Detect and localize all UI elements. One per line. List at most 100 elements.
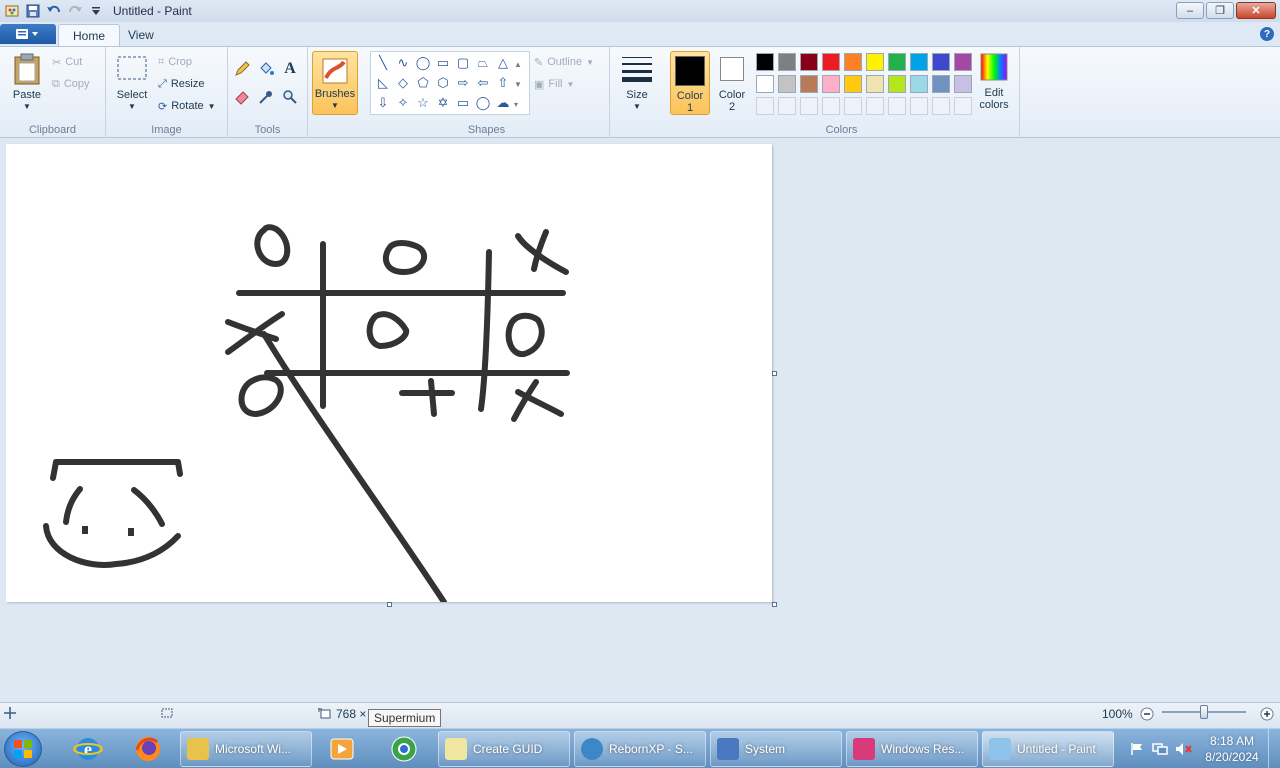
copy-button[interactable]: ⧉ Copy xyxy=(52,75,90,93)
right-arrow-shape-icon[interactable]: ⇨ xyxy=(453,73,473,93)
volume-muted-icon[interactable] xyxy=(1172,742,1196,756)
left-arrow-shape-icon[interactable]: ⇦ xyxy=(473,73,493,93)
rotate-button[interactable]: ⟳ Rotate ▼ xyxy=(158,97,216,115)
pentagon-shape-icon[interactable]: ⬠ xyxy=(413,73,433,93)
magnifier-icon[interactable] xyxy=(280,87,300,107)
palette-color-swatch[interactable] xyxy=(800,75,818,93)
crop-button[interactable]: ⌗ Crop xyxy=(158,53,192,71)
outline-button[interactable]: ✎ Outline ▼ xyxy=(534,53,594,71)
paint-app-icon[interactable] xyxy=(3,2,21,20)
shapes-scroll[interactable]: ▲ ▼ ▾ xyxy=(514,55,522,115)
four-point-star-shape-icon[interactable]: ✧ xyxy=(393,93,413,113)
restore-button[interactable]: ❐ xyxy=(1206,2,1234,19)
network-icon[interactable] xyxy=(1148,742,1172,756)
right-triangle-shape-icon[interactable]: ◺ xyxy=(373,73,393,93)
palette-custom-slot[interactable] xyxy=(822,97,840,115)
palette-custom-slot[interactable] xyxy=(844,97,862,115)
palette-color-swatch[interactable] xyxy=(778,75,796,93)
palette-color-swatch[interactable] xyxy=(756,53,774,71)
palette-custom-slot[interactable] xyxy=(800,97,818,115)
action-center-flag-icon[interactable] xyxy=(1126,742,1148,756)
palette-color-swatch[interactable] xyxy=(932,75,950,93)
palette-custom-slot[interactable] xyxy=(932,97,950,115)
resize-button[interactable]: ⤢ Resize xyxy=(158,75,204,93)
palette-custom-slot[interactable] xyxy=(954,97,972,115)
six-point-star-shape-icon[interactable]: ✡ xyxy=(433,93,453,113)
callout-oval-shape-icon[interactable]: ◯ xyxy=(473,93,493,113)
save-icon[interactable] xyxy=(24,2,42,20)
palette-color-swatch[interactable] xyxy=(822,75,840,93)
taskbar-item-windows-resources[interactable]: Windows Res... xyxy=(846,731,978,767)
cut-button[interactable]: ✂ Cut xyxy=(52,53,82,71)
palette-color-swatch[interactable] xyxy=(954,75,972,93)
fill-bucket-icon[interactable] xyxy=(256,59,276,79)
palette-color-swatch[interactable] xyxy=(844,53,862,71)
line-shape-icon[interactable]: ╲ xyxy=(373,53,393,73)
palette-custom-slot[interactable] xyxy=(910,97,928,115)
diamond-shape-icon[interactable]: ◇ xyxy=(393,73,413,93)
palette-color-swatch[interactable] xyxy=(910,53,928,71)
taskbar-item-system[interactable]: System xyxy=(710,731,842,767)
hexagon-shape-icon[interactable]: ⬡ xyxy=(433,73,453,93)
up-arrow-shape-icon[interactable]: ⇧ xyxy=(493,73,513,93)
show-desktop-button[interactable] xyxy=(1268,729,1280,768)
color-picker-icon[interactable] xyxy=(256,87,276,107)
oval-shape-icon[interactable]: ◯ xyxy=(413,53,433,73)
brushes-button[interactable]: Brushes ▼ xyxy=(312,51,358,115)
rectangle-shape-icon[interactable]: ▭ xyxy=(433,53,453,73)
canvas-resize-handle-right[interactable] xyxy=(772,371,777,376)
palette-color-swatch[interactable] xyxy=(888,75,906,93)
palette-color-swatch[interactable] xyxy=(800,53,818,71)
palette-color-swatch[interactable] xyxy=(866,53,884,71)
eraser-icon[interactable] xyxy=(232,87,252,107)
fill-button[interactable]: ▣ Fill ▼ xyxy=(534,75,574,93)
start-button[interactable] xyxy=(4,731,42,767)
palette-color-swatch[interactable] xyxy=(844,75,862,93)
zoom-in-icon[interactable] xyxy=(1260,707,1274,721)
undo-icon[interactable] xyxy=(45,2,63,20)
palette-custom-slot[interactable] xyxy=(888,97,906,115)
palette-color-swatch[interactable] xyxy=(756,75,774,93)
paint-menu-button[interactable] xyxy=(0,24,56,44)
canvas-resize-handle-corner[interactable] xyxy=(772,602,777,607)
drawing-canvas[interactable] xyxy=(6,144,772,605)
taskbar-item-rebornxp[interactable]: RebornXP - S... xyxy=(574,731,706,767)
palette-color-swatch[interactable] xyxy=(822,53,840,71)
clock[interactable]: 8:18 AM 8/20/2024 xyxy=(1196,733,1268,765)
tab-view[interactable]: View xyxy=(114,24,168,46)
help-icon[interactable]: ? xyxy=(1260,27,1274,41)
triangle-shape-icon[interactable]: △ xyxy=(493,53,513,73)
palette-color-swatch[interactable] xyxy=(932,53,950,71)
rounded-rectangle-shape-icon[interactable]: ▢ xyxy=(453,53,473,73)
redo-icon[interactable] xyxy=(66,2,84,20)
size-button[interactable]: Size ▼ xyxy=(616,53,658,113)
down-arrow-shape-icon[interactable]: ⇩ xyxy=(373,93,393,113)
cloud-callout-shape-icon[interactable]: ☁ xyxy=(493,93,513,113)
zoom-out-icon[interactable] xyxy=(1140,707,1154,721)
internet-explorer-icon[interactable]: e xyxy=(62,731,114,767)
callout-rect-shape-icon[interactable]: ▭ xyxy=(453,93,473,113)
palette-color-swatch[interactable] xyxy=(888,53,906,71)
color2-button[interactable]: Color 2 xyxy=(712,51,752,115)
palette-color-swatch[interactable] xyxy=(866,75,884,93)
zoom-slider-thumb[interactable] xyxy=(1200,705,1208,719)
firefox-icon[interactable] xyxy=(122,731,174,767)
five-point-star-shape-icon[interactable]: ☆ xyxy=(413,93,433,113)
zoom-slider[interactable] xyxy=(1162,705,1246,719)
palette-custom-slot[interactable] xyxy=(756,97,774,115)
canvas-resize-handle-bottom[interactable] xyxy=(387,602,392,607)
taskbar-item-paint[interactable]: Untitled - Paint xyxy=(982,731,1114,767)
media-player-icon[interactable] xyxy=(316,731,368,767)
taskbar-item-microsoft-windows[interactable]: Microsoft Wi... xyxy=(180,731,312,767)
polygon-shape-icon[interactable]: ⏢ xyxy=(473,53,493,73)
taskbar-item-create-guid[interactable]: Create GUID xyxy=(438,731,570,767)
customize-qat-icon[interactable] xyxy=(87,2,105,20)
edit-colors-button[interactable]: Edit colors xyxy=(974,53,1014,111)
paste-button[interactable]: Paste ▼ xyxy=(8,53,46,113)
palette-color-swatch[interactable] xyxy=(778,53,796,71)
select-button[interactable]: Select ▼ xyxy=(114,55,150,113)
tab-home[interactable]: Home xyxy=(58,24,121,46)
curve-shape-icon[interactable]: ∿ xyxy=(393,53,413,73)
minimize-button[interactable]: – xyxy=(1176,2,1204,19)
palette-color-swatch[interactable] xyxy=(954,53,972,71)
